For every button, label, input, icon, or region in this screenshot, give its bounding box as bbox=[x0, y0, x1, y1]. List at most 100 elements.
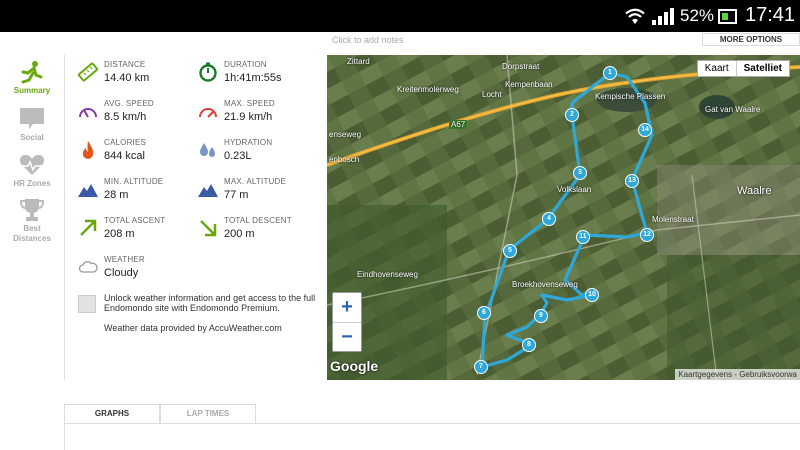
map-label: Kempenbaan bbox=[505, 80, 553, 89]
stat-label: WEATHER bbox=[104, 255, 145, 264]
stat-calories: CALORIES 844 kcal bbox=[78, 138, 198, 170]
stat-value: 21.9 km/h bbox=[224, 111, 273, 123]
zoom-out-button[interactable]: − bbox=[333, 322, 361, 351]
map-label: Molenstraat bbox=[652, 215, 694, 224]
battery-icon bbox=[718, 9, 737, 24]
map-label: Kempische Plassen bbox=[595, 92, 666, 101]
route-marker-7[interactable]: 7 bbox=[474, 360, 488, 374]
stat-avg-speed: AVG. SPEED 8.5 km/h bbox=[78, 99, 198, 131]
stat-value: Cloudy bbox=[104, 267, 139, 279]
map-label: enseweg bbox=[329, 130, 362, 139]
clock: 17:41 bbox=[745, 4, 796, 26]
notes-input[interactable]: Click to add notes bbox=[332, 35, 404, 45]
map-satellite-imagery bbox=[327, 55, 800, 380]
stat-value: 28 m bbox=[104, 189, 129, 201]
stat-max-speed: MAX. SPEED 21.9 km/h bbox=[198, 99, 318, 131]
sidebar-item-best-distances[interactable]: Best Distances bbox=[0, 198, 64, 244]
route-marker-6[interactable]: 6 bbox=[477, 306, 491, 320]
route-marker-1[interactable]: 1 bbox=[603, 66, 617, 80]
stat-label: HYDRATION bbox=[224, 138, 273, 147]
status-bar: 52% 17:41 bbox=[0, 0, 800, 32]
map-label: Gat van Waalre bbox=[705, 105, 761, 114]
route-marker-9[interactable]: 9 bbox=[534, 309, 548, 323]
map-type-toggle: Kaart Satelliet bbox=[696, 60, 790, 77]
signal-icon bbox=[652, 8, 674, 25]
stat-value: 200 m bbox=[224, 228, 255, 240]
sidebar-item-label: HR Zones bbox=[13, 179, 51, 188]
speedometer-icon bbox=[199, 108, 217, 118]
sidebar-item-label: Social bbox=[20, 133, 44, 142]
stat-label: DURATION bbox=[224, 60, 267, 69]
sidebar-item-label: Best Distances bbox=[13, 224, 51, 243]
map-type-map-button[interactable]: Kaart bbox=[698, 61, 736, 76]
stat-weather: WEATHER Cloudy bbox=[78, 255, 198, 287]
stat-total-descent: TOTAL DESCENT 200 m bbox=[198, 216, 318, 248]
zoom-in-button[interactable]: + bbox=[333, 293, 361, 322]
tab-graphs[interactable]: GRAPHS bbox=[64, 404, 160, 424]
map-label: Kreitenmolenweg bbox=[397, 85, 459, 94]
stat-label: MAX. ALTITUDE bbox=[224, 177, 287, 186]
stat-value: 208 m bbox=[104, 228, 135, 240]
map-attribution-link[interactable]: Kaartgegevens - Gebruiksvoorwa bbox=[675, 369, 800, 380]
route-marker-14[interactable]: 14 bbox=[638, 123, 652, 137]
stat-value: 844 kcal bbox=[104, 150, 145, 162]
stat-hydration: HYDRATION 0.23L bbox=[198, 138, 318, 170]
stat-label: MAX. SPEED bbox=[224, 99, 275, 108]
runner-icon bbox=[21, 61, 43, 84]
stat-label: TOTAL ASCENT bbox=[104, 216, 166, 225]
google-logo: Google bbox=[330, 358, 379, 374]
stat-total-ascent: TOTAL ASCENT 208 m bbox=[78, 216, 198, 248]
mountain-icon bbox=[198, 184, 218, 197]
sidebar-item-hr-zones[interactable]: HR Zones bbox=[0, 153, 64, 188]
zoom-control: + − bbox=[332, 292, 362, 352]
stat-value: 1h:41m:55s bbox=[224, 72, 282, 84]
battery-percent: 52% bbox=[680, 6, 715, 25]
weather-premium-icon bbox=[78, 295, 96, 313]
map-type-satellite-button[interactable]: Satelliet bbox=[735, 61, 789, 76]
stat-value: 14.40 km bbox=[104, 72, 150, 84]
stat-distance: DISTANCE 14.40 km bbox=[78, 60, 198, 92]
route-marker-4[interactable]: 4 bbox=[542, 212, 556, 226]
weather-promo-text: Unlock weather information and get acces… bbox=[104, 293, 316, 313]
stat-label: AVG. SPEED bbox=[104, 99, 154, 108]
stat-value: 77 m bbox=[224, 189, 249, 201]
stat-max-altitude: MAX. ALTITUDE 77 m bbox=[198, 177, 318, 209]
route-marker-10[interactable]: 10 bbox=[585, 288, 599, 302]
sidebar-item-summary[interactable]: Summary bbox=[0, 60, 64, 95]
route-map[interactable]: Zittard Dorpstraat Kempenbaan Kreitenmol… bbox=[327, 55, 800, 380]
route-marker-5[interactable]: 5 bbox=[503, 244, 517, 258]
more-options-button[interactable]: MORE OPTIONS bbox=[702, 33, 800, 46]
map-label: Waalre bbox=[737, 185, 772, 197]
tab-content-border bbox=[64, 424, 65, 450]
trophy-icon bbox=[19, 199, 45, 221]
map-label: Broekhovenseweg bbox=[512, 280, 578, 289]
stat-label: MIN. ALTITUDE bbox=[104, 177, 164, 186]
route-marker-3[interactable]: 3 bbox=[573, 166, 587, 180]
stat-duration: DURATION 1h:41m:55s bbox=[198, 60, 318, 92]
route-marker-11[interactable]: 11 bbox=[576, 230, 590, 244]
weather-source-text: Weather data provided by AccuWeather.com bbox=[104, 323, 282, 333]
sidebar-item-social[interactable]: Social bbox=[0, 107, 64, 142]
heart-icon bbox=[20, 154, 44, 175]
arrow-down-right-icon bbox=[200, 220, 217, 237]
stat-value: 0.23L bbox=[224, 150, 252, 162]
arrow-up-right-icon bbox=[80, 219, 97, 236]
route-marker-2[interactable]: 2 bbox=[565, 108, 579, 122]
tab-lap-times[interactable]: LAP TIMES bbox=[160, 404, 256, 424]
map-label: A67 bbox=[449, 120, 468, 129]
route-marker-13[interactable]: 13 bbox=[625, 174, 639, 188]
sidebar-item-label: Summary bbox=[13, 86, 51, 95]
speech-bubble-icon bbox=[20, 108, 44, 129]
stat-value: 8.5 km/h bbox=[104, 111, 147, 123]
cloud-icon bbox=[78, 261, 98, 273]
ruler-icon bbox=[78, 62, 98, 82]
stat-min-altitude: MIN. ALTITUDE 28 m bbox=[78, 177, 198, 209]
flame-icon bbox=[82, 141, 94, 159]
speedometer-icon bbox=[79, 108, 97, 118]
map-label: Locht bbox=[482, 90, 502, 99]
route-marker-8[interactable]: 8 bbox=[522, 338, 536, 352]
map-label: Eindhovenseweg bbox=[357, 270, 418, 279]
map-label: Volkslaan bbox=[557, 185, 592, 194]
route-marker-12[interactable]: 12 bbox=[640, 228, 654, 242]
stat-label: TOTAL DESCENT bbox=[224, 216, 292, 225]
